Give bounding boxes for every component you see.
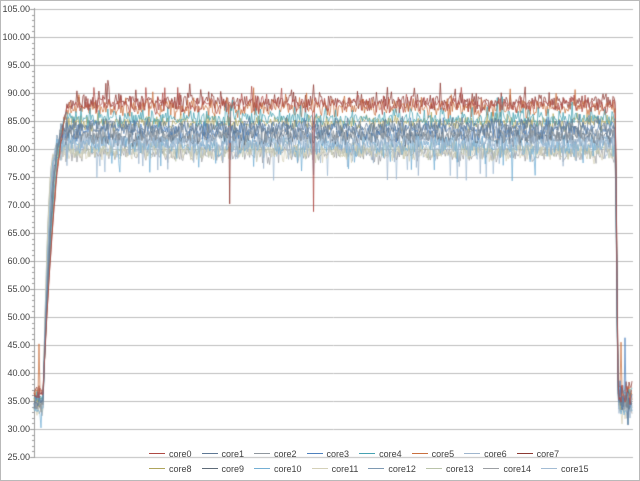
- y-axis-tick-label: 30.00: [1, 424, 30, 434]
- series-color-swatch: [541, 468, 557, 469]
- legend-item-core2: core2: [254, 449, 297, 459]
- legend-label: core1: [222, 449, 245, 459]
- y-axis-tick-label: 35.00: [1, 396, 30, 406]
- legend-label: core6: [484, 449, 507, 459]
- y-axis-tick-label: 50.00: [1, 312, 30, 322]
- legend-item-core12: core12: [368, 464, 416, 474]
- y-axis-tick-label: 100.00: [1, 32, 30, 42]
- legend-item-core4: core4: [359, 449, 402, 459]
- legend-item-core3: core3: [307, 449, 350, 459]
- series-color-swatch: [412, 453, 428, 454]
- legend-label: core14: [503, 464, 531, 474]
- legend-row-1: core0 core1 core2 core3 core4 core5 core…: [149, 446, 599, 461]
- legend-label: core13: [446, 464, 474, 474]
- legend-item-core1: core1: [202, 449, 245, 459]
- legend-label: core15: [561, 464, 589, 474]
- y-axis-tick-label: 25.00: [1, 452, 30, 462]
- legend-label: core2: [274, 449, 297, 459]
- legend-label: core11: [332, 464, 359, 474]
- legend-item-core7: core7: [517, 449, 560, 459]
- series-color-swatch: [359, 453, 375, 454]
- y-axis-tick-label: 65.00: [1, 228, 30, 238]
- legend-label: core3: [327, 449, 350, 459]
- series-color-swatch: [254, 453, 270, 454]
- y-axis-tick-label: 80.00: [1, 144, 30, 154]
- legend-item-core11: core11: [312, 464, 359, 474]
- legend-label: core10: [274, 464, 302, 474]
- legend-label: core0: [169, 449, 192, 459]
- legend-item-core14: core14: [483, 464, 531, 474]
- y-axis-tick-label: 95.00: [1, 60, 30, 70]
- legend-item-core15: core15: [541, 464, 589, 474]
- y-axis-tick-label: 60.00: [1, 256, 30, 266]
- series-color-swatch: [149, 453, 165, 454]
- legend-item-core9: core9: [202, 464, 245, 474]
- legend-row-2: core8 core9 core10 core11 core12 core13 …: [149, 461, 599, 476]
- series-color-swatch: [149, 468, 165, 469]
- series-color-swatch: [464, 453, 480, 454]
- y-axis-tick-label: 40.00: [1, 368, 30, 378]
- legend-label: core7: [537, 449, 560, 459]
- y-axis-tick-label: 85.00: [1, 116, 30, 126]
- series-color-swatch: [202, 468, 218, 469]
- legend-item-core6: core6: [464, 449, 507, 459]
- legend-label: core12: [388, 464, 416, 474]
- legend-label: core5: [432, 449, 455, 459]
- legend-item-core5: core5: [412, 449, 455, 459]
- legend-item-core0: core0: [149, 449, 192, 459]
- chart-legend: core0 core1 core2 core3 core4 core5 core…: [149, 446, 599, 476]
- series-color-swatch: [307, 453, 323, 454]
- y-axis-tick-label: 70.00: [1, 200, 30, 210]
- series-color-swatch: [517, 453, 533, 454]
- cpu-core-temperature-chart: 105.00 100.00 95.00 90.00 85.00 80.00 75.00 70.…: [0, 0, 640, 481]
- y-axis-tick-label: 105.00: [1, 4, 30, 14]
- legend-label: core8: [169, 464, 192, 474]
- series-color-swatch: [368, 468, 384, 469]
- series-color-swatch: [254, 468, 270, 469]
- line-chart-plot-canvas: [1, 1, 639, 480]
- legend-label: core4: [379, 449, 402, 459]
- legend-item-core10: core10: [254, 464, 302, 474]
- series-color-swatch: [483, 468, 499, 469]
- y-axis-tick-label: 75.00: [1, 172, 30, 182]
- y-axis-tick-label: 90.00: [1, 88, 30, 98]
- legend-item-core13: core13: [426, 464, 474, 474]
- legend-item-core8: core8: [149, 464, 192, 474]
- series-color-swatch: [312, 468, 328, 469]
- series-color-swatch: [426, 468, 442, 469]
- series-color-swatch: [202, 453, 218, 454]
- y-axis-tick-label: 55.00: [1, 284, 30, 294]
- y-axis-tick-label: 45.00: [1, 340, 30, 350]
- legend-label: core9: [222, 464, 245, 474]
